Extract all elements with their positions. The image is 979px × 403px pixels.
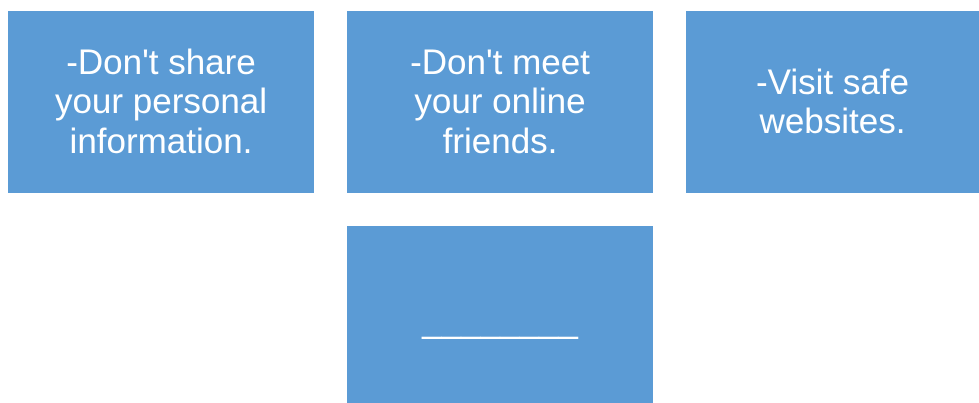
tip-card-safe-websites: -Visit safe websites. bbox=[686, 11, 979, 193]
tip-card-personal-information: -Don't share your personal information. bbox=[8, 11, 314, 193]
tip-card-online-friends: -Don't meet your online friends. bbox=[347, 11, 653, 193]
tip-card-text: -Visit safe websites. bbox=[755, 62, 910, 141]
tip-card-blank: ________ bbox=[347, 226, 653, 403]
tip-card-text: -Don't share your personal information. bbox=[54, 43, 268, 161]
tip-card-text: -Don't meet your online friends. bbox=[410, 43, 590, 161]
tip-card-blank-line: ________ bbox=[422, 300, 578, 340]
